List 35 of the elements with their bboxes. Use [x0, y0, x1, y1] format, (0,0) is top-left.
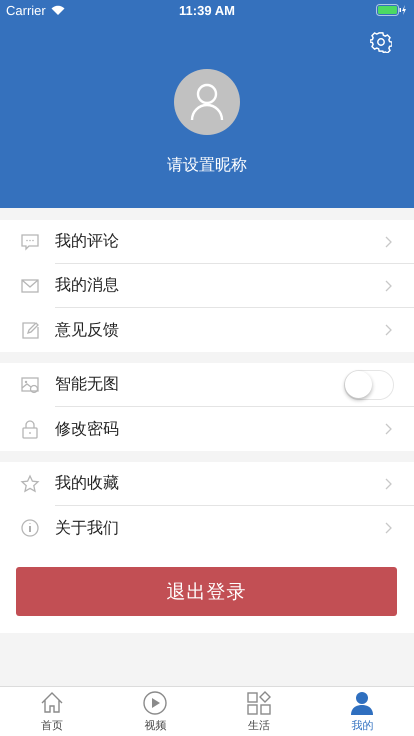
star-icon [20, 474, 40, 494]
menu-item-label[interactable]: 修改密码 [55, 418, 119, 440]
lock-icon [20, 419, 40, 439]
tab[interactable]: 生活 [207, 687, 310, 736]
chevron-icon [385, 236, 392, 248]
tab[interactable]: 视频 [104, 687, 207, 736]
toggle-switch[interactable] [344, 370, 394, 400]
edit-icon [20, 320, 40, 340]
menu-item-label[interactable]: 我的评论 [55, 231, 119, 252]
battery-icon [376, 4, 408, 16]
nickname-label[interactable]: 请设置昵称 [167, 155, 247, 176]
carrier-label: Carrier [6, 2, 46, 18]
chevron-icon [385, 324, 392, 336]
wifi-icon [50, 4, 65, 16]
chevron-icon [385, 522, 392, 534]
play-icon [142, 690, 168, 716]
chevron-icon [385, 280, 392, 292]
menu-item-label[interactable]: 我的消息 [55, 275, 119, 296]
menu-item-label[interactable]: 我的收藏 [55, 473, 119, 494]
menu-item-label[interactable]: 意见反馈 [55, 320, 119, 340]
person-icon [349, 690, 376, 716]
comment-icon [20, 232, 40, 252]
settings-icon[interactable] [370, 31, 392, 53]
chevron-icon [385, 478, 392, 490]
tab[interactable]: 我的 [310, 687, 414, 736]
menu-item-label[interactable]: 智能无图 [55, 374, 119, 395]
grid-icon [246, 690, 272, 716]
image-icon [20, 375, 40, 395]
menu-item-label[interactable]: 关于我们 [55, 518, 119, 538]
chevron-icon [385, 423, 392, 435]
clock-time: 11:39 AM [179, 2, 235, 18]
info-icon [20, 518, 40, 538]
logout-button[interactable]: 退出登录 [16, 567, 397, 616]
tab[interactable]: 首页 [0, 687, 104, 736]
person-icon [190, 83, 224, 121]
